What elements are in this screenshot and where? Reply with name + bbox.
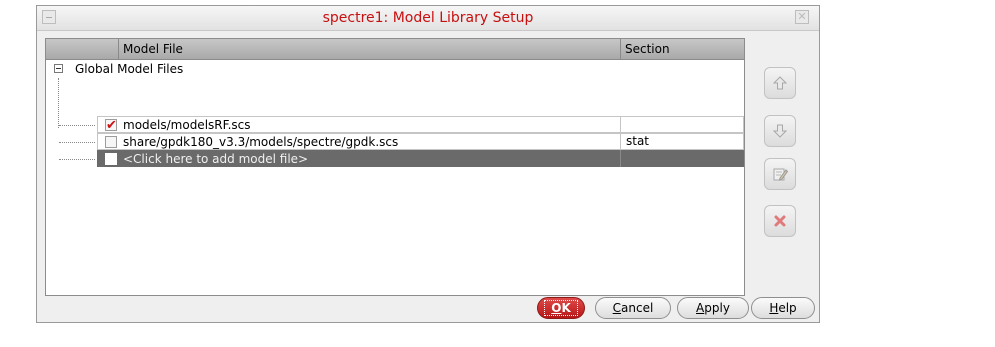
move-down-button[interactable] [764,115,796,147]
collapse-icon[interactable] [54,64,63,73]
edit-button[interactable] [764,158,796,190]
title-bar: spectre1: Model Library Setup ✕ [37,6,819,31]
apply-button[interactable]: Apply [677,297,749,319]
move-up-icon [772,76,788,90]
tree-connector [59,142,95,143]
section-cell[interactable] [620,116,744,133]
edit-icon [773,168,788,181]
column-header-model-file[interactable]: Model File [118,39,620,59]
checkbox-checked[interactable]: ✔ [105,119,117,132]
delete-button[interactable] [764,205,796,237]
tree-connector [58,78,59,128]
tree-connector [59,159,95,160]
add-model-file-placeholder[interactable]: <Click here to add model file> [123,151,621,166]
table-header: Model File Section [46,39,744,60]
model-library-setup-window: spectre1: Model Library Setup ✕ Model Fi… [36,5,820,323]
checkbox-unchecked[interactable] [105,153,117,165]
model-file-cell[interactable]: models/modelsRF.scs [123,117,621,132]
add-model-file-row[interactable]: <Click here to add model file> [59,150,744,167]
move-up-button[interactable] [764,67,796,99]
close-button[interactable]: ✕ [795,10,809,24]
model-file-tree[interactable]: Model File Section Global Model Files ✔ … [45,38,745,296]
move-down-icon [772,124,788,138]
table-row[interactable]: share/gpdk180_v3.3/models/spectre/gpdk.s… [59,133,744,150]
tree-connector [59,125,95,126]
window-title: spectre1: Model Library Setup [322,10,534,26]
tree-group-global-model-files[interactable]: Global Model Files [46,61,744,78]
table-row[interactable]: ✔ models/modelsRF.scs [59,116,744,133]
delete-icon [774,215,786,227]
ok-button[interactable]: OK [537,297,585,319]
model-file-cell[interactable]: share/gpdk180_v3.3/models/spectre/gpdk.s… [123,134,621,149]
column-header-section[interactable]: Section [620,39,744,59]
tree-column-header [46,39,118,59]
section-cell[interactable] [620,150,744,167]
close-icon: ✕ [797,10,807,23]
cancel-button[interactable]: Cancel [595,297,671,319]
group-label: Global Model Files [75,62,184,76]
section-cell[interactable]: stat [620,133,744,150]
checkbox-unchecked[interactable] [105,136,117,148]
help-button[interactable]: Help [751,297,815,319]
